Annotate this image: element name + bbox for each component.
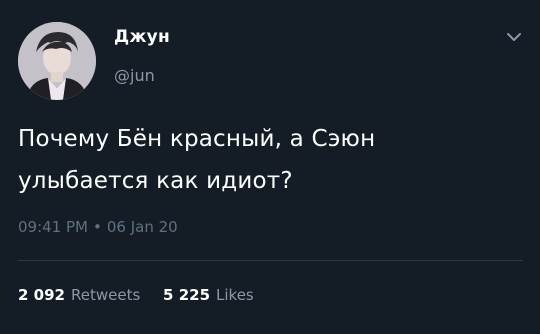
- tweet-text: Почему Бён красный, а Сэюн улыбается как…: [18, 118, 523, 202]
- likes-count: 5 225: [163, 286, 211, 304]
- tweet-timestamp[interactable]: 09:41 PM • 06 Jan 20: [18, 218, 178, 236]
- divider: [18, 260, 523, 261]
- avatar-image: [18, 22, 96, 100]
- user-handle[interactable]: @jun: [114, 66, 155, 85]
- tweet-card: Джун @jun Почему Бён красный, а Сэюн улы…: [0, 0, 540, 334]
- chevron-down-icon[interactable]: [505, 30, 523, 44]
- likes-label: Likes: [216, 286, 254, 304]
- retweets-label: Retweets: [70, 286, 141, 304]
- tweet-date: 06 Jan 20: [106, 218, 178, 236]
- separator-dot: •: [92, 218, 102, 236]
- display-name[interactable]: Джун: [114, 27, 170, 47]
- tweet-text-line: Почему Бён красный, а Сэюн: [18, 126, 376, 152]
- likes-stat[interactable]: 5 225 Likes: [163, 286, 254, 304]
- retweets-count: 2 092: [18, 286, 65, 304]
- tweet-time: 09:41 PM: [18, 218, 88, 236]
- tweet-text-line: улыбается как идиот?: [18, 168, 293, 194]
- retweets-stat[interactable]: 2 092 Retweets: [18, 286, 140, 304]
- tweet-stats: 2 092 Retweets 5 225 Likes: [18, 286, 272, 304]
- avatar[interactable]: [18, 22, 96, 100]
